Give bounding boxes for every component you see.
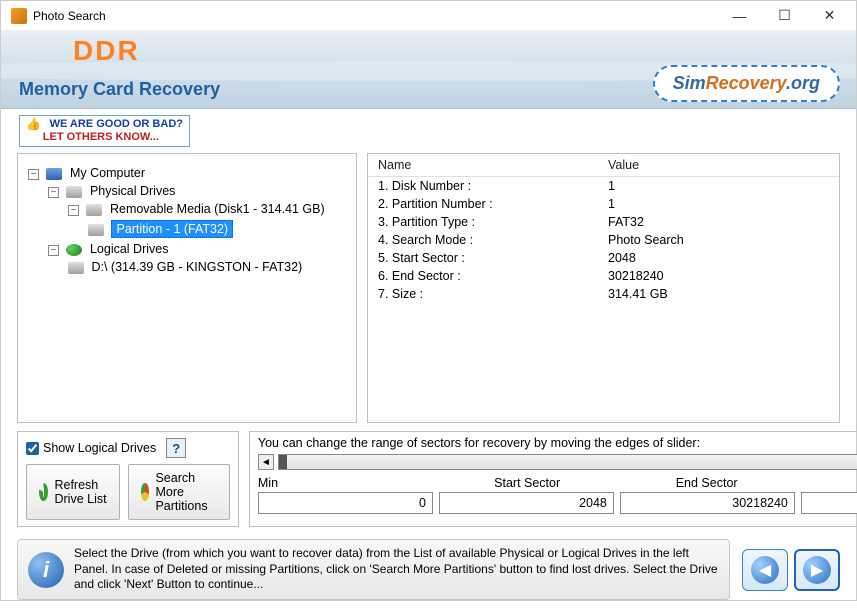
tree-partition-selected[interactable]: Partition - 1 (FAT32) [111,220,233,238]
logo-text: DDR [73,35,140,67]
properties-body: 1. Disk Number :12. Partition Number :13… [368,177,839,422]
prop-value: 314.41 GB [608,287,668,301]
col-value: Value [608,158,639,172]
properties-header: Name Value [368,154,839,177]
property-row: 1. Disk Number :1 [368,177,839,195]
prop-value: Photo Search [608,233,684,247]
close-button[interactable]: ✕ [807,2,852,30]
drive-tree[interactable]: − My Computer − Physical Drives − [24,166,350,274]
start-input[interactable] [439,492,614,514]
prop-name: 6. End Sector : [378,269,608,283]
property-row: 6. End Sector :30218240 [368,267,839,285]
back-button[interactable]: ◀ [742,549,788,591]
prop-value: 2048 [608,251,636,265]
thumb-up-icon: 👍 [26,118,41,131]
brand-org: .org [786,73,820,93]
refresh-drive-button[interactable]: Refresh Drive List [26,464,120,520]
tree-toggle[interactable]: − [48,187,59,198]
maximize-button[interactable]: ☐ [762,2,807,30]
tree-drive-d[interactable]: D:\ (314.39 GB - KINGSTON - FAT32) [91,260,302,274]
window-title: Photo Search [33,9,717,23]
max-input[interactable] [801,492,857,514]
tree-logical[interactable]: Logical Drives [90,242,169,256]
property-row: 4. Search Mode :Photo Search [368,231,839,249]
tree-toggle[interactable]: − [48,245,59,256]
rating-button[interactable]: 👍 WE ARE GOOD OR BAD? 👍 LET OTHERS KNOW.… [19,115,190,147]
property-row: 3. Partition Type :FAT32 [368,213,839,231]
left-controls: Show Logical Drives ? Refresh Drive List… [17,431,239,527]
rating-strip: 👍 WE ARE GOOD OR BAD? 👍 LET OTHERS KNOW.… [1,109,856,149]
sector-message: You can change the range of sectors for … [258,436,857,450]
col-name: Name [378,158,608,172]
prop-name: 1. Disk Number : [378,179,608,193]
tree-toggle[interactable]: − [68,205,79,216]
footer: i Select the Drive (from which you want … [1,533,856,610]
prop-value: 30218240 [608,269,664,283]
start-label: Start Sector [437,476,617,490]
drive-icon [86,204,102,216]
end-label: End Sector [617,476,797,490]
logical-icon [66,244,82,256]
app-icon [11,8,27,24]
drive-tree-panel: − My Computer − Physical Drives − [17,153,357,423]
brand-link[interactable]: SimRecovery.org [653,65,840,102]
tree-physical[interactable]: Physical Drives [90,184,175,198]
tree-removable[interactable]: Removable Media (Disk1 - 314.41 GB) [110,202,325,216]
show-logical-checkbox[interactable] [26,442,39,455]
min-input[interactable] [258,492,433,514]
prop-name: 4. Search Mode : [378,233,608,247]
header-banner: DDR Memory Card Recovery SimRecovery.org [1,31,856,109]
prop-value: 1 [608,197,615,211]
properties-panel: Name Value 1. Disk Number :12. Partition… [367,153,840,423]
info-icon: i [28,552,64,588]
partition-icon [141,483,150,501]
search-more-label: Search More Partitions [155,471,216,513]
drive-icon [88,224,104,236]
drive-icon [66,186,82,198]
max-label: Max [796,476,857,490]
prop-name: 2. Partition Number : [378,197,608,211]
search-more-button[interactable]: Search More Partitions [128,464,230,520]
minimize-button[interactable]: — [717,2,762,30]
prop-value: FAT32 [608,215,644,229]
sector-slider[interactable] [278,454,857,470]
sector-controls: You can change the range of sectors for … [249,431,857,527]
show-logical-label: Show Logical Drives [43,441,156,455]
app-subtitle: Memory Card Recovery [19,79,220,100]
arrow-left-icon: ◀ [751,556,779,584]
tree-root[interactable]: My Computer [70,166,145,180]
property-row: 7. Size :314.41 GB [368,285,839,303]
title-bar: Photo Search — ☐ ✕ [1,1,856,31]
refresh-label: Refresh Drive List [54,478,106,506]
rating-line2: LET OTHERS KNOW... [43,131,159,143]
drive-icon [68,262,84,274]
slider-left-button[interactable]: ◄ [258,454,274,470]
min-label: Min [258,476,438,490]
main-area: − My Computer − Physical Drives − [1,149,856,429]
info-panel: i Select the Drive (from which you want … [17,539,730,600]
nav-buttons: ◀ ▶ [742,549,840,591]
next-button[interactable]: ▶ [794,549,840,591]
prop-name: 3. Partition Type : [378,215,608,229]
brand-sim: Sim [673,73,706,93]
prop-name: 5. Start Sector : [378,251,608,265]
arrow-right-icon: ▶ [803,556,831,584]
refresh-icon [39,483,48,501]
prop-value: 1 [608,179,615,193]
controls-row: Show Logical Drives ? Refresh Drive List… [1,429,856,533]
rating-line1: WE ARE GOOD OR BAD? [50,118,183,130]
end-input[interactable] [620,492,795,514]
computer-icon [46,168,62,180]
brand-recovery: Recovery [706,73,786,93]
tree-toggle[interactable]: − [28,169,39,180]
property-row: 5. Start Sector :2048 [368,249,839,267]
property-row: 2. Partition Number :1 [368,195,839,213]
prop-name: 7. Size : [378,287,608,301]
help-button[interactable]: ? [166,438,186,458]
info-text: Select the Drive (from which you want to… [74,546,719,593]
